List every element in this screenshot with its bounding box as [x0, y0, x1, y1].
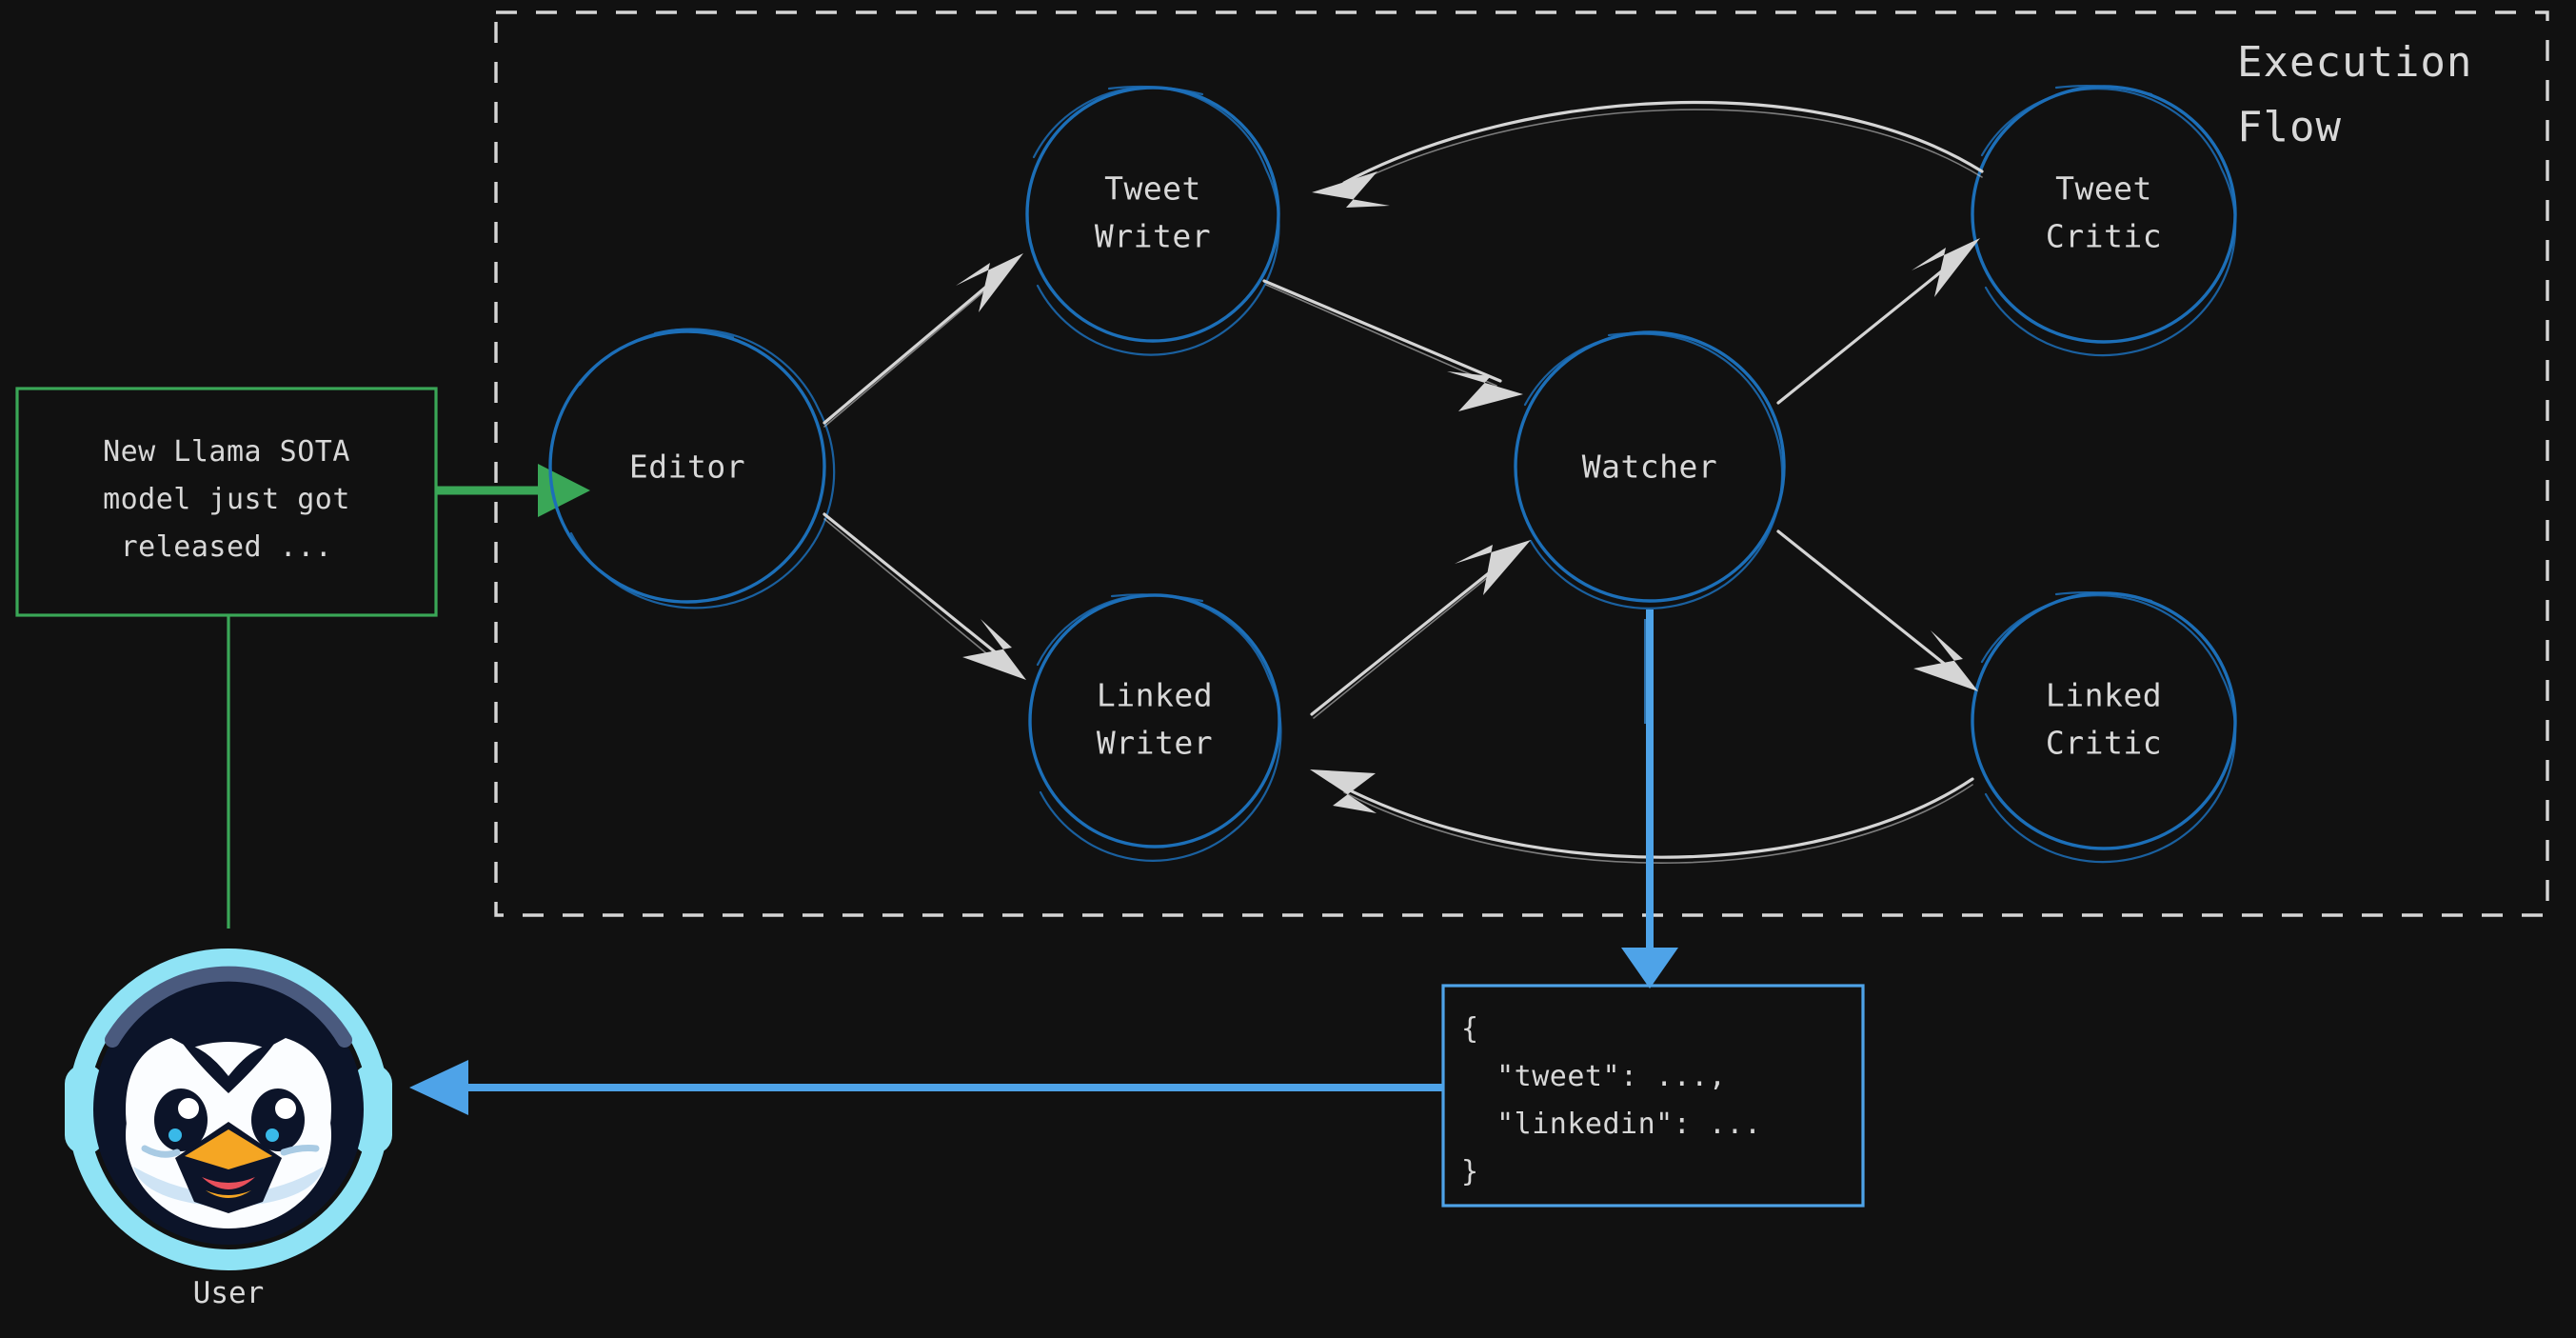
node-tweet-critic-label-2: Critic — [2046, 218, 2162, 255]
diagram-canvas: Execution Flow New Llama SOTA model just… — [0, 0, 2576, 1338]
node-tweet-writer[interactable]: Tweet Writer — [1025, 85, 1280, 356]
input-message-box[interactable]: New Llama SOTA model just got released .… — [15, 387, 438, 617]
edge-watcher-to-linked-critic-arrowhead — [1913, 630, 1978, 691]
edge-tweet-critic-to-tweet-writer-arrowhead — [1312, 171, 1390, 208]
edge-watcher-to-linked-critic — [1776, 529, 1978, 691]
edge-tweet-critic-to-tweet-writer — [1312, 101, 1984, 208]
output-json-line-1: { — [1461, 1012, 1479, 1046]
edge-watcher-to-output — [1621, 609, 1678, 989]
output-json-box-border — [1441, 984, 1865, 1208]
edge-input-to-editor — [436, 464, 590, 517]
node-tweet-critic-label-1: Tweet — [2055, 170, 2152, 208]
edge-input-to-editor-arrowhead — [538, 464, 590, 517]
edge-editor-to-tweet-writer — [822, 253, 1023, 428]
output-json-line-4: } — [1461, 1155, 1479, 1188]
node-tweet-critic[interactable]: Tweet Critic — [1971, 85, 2237, 357]
node-linked-writer[interactable]: Linked Writer — [1028, 593, 1282, 862]
edge-output-to-user-arrowhead — [409, 1060, 468, 1115]
node-tweet-writer-label-2: Writer — [1095, 218, 1211, 255]
node-editor-label: Editor — [629, 449, 745, 486]
node-linked-writer-label-2: Writer — [1097, 725, 1213, 762]
user-avatar[interactable] — [65, 949, 392, 1270]
edge-watcher-to-output-arrowhead — [1621, 948, 1678, 989]
edge-linked-writer-to-watcher — [1310, 540, 1531, 719]
input-message-line-3: released ... — [121, 530, 333, 564]
edge-editor-to-linked-writer — [822, 512, 1026, 680]
edge-tweet-writer-to-watcher — [1262, 279, 1523, 411]
edge-linked-writer-to-watcher-arrowhead — [1455, 540, 1531, 595]
user-caption: User — [193, 1276, 265, 1310]
node-linked-critic-label-2: Critic — [2046, 725, 2162, 762]
node-linked-critic[interactable]: Linked Critic — [1971, 591, 2237, 864]
node-linked-writer-label-1: Linked — [1097, 677, 1213, 714]
edge-linked-critic-to-linked-writer-arrowhead — [1310, 769, 1377, 813]
edge-editor-to-linked-writer-arrowhead — [962, 619, 1026, 680]
output-json-box[interactable]: { "tweet": ..., "linkedin": ... } — [1441, 984, 1865, 1208]
node-watcher-label: Watcher — [1582, 449, 1718, 486]
execution-flow-title-line2: Flow — [2237, 103, 2342, 151]
input-message-line-1: New Llama SOTA — [103, 435, 350, 469]
execution-flow-title-line1: Execution — [2237, 38, 2472, 87]
node-linked-critic-label-1: Linked — [2046, 677, 2162, 714]
output-json-line-3: "linkedin": ... — [1461, 1108, 1762, 1141]
node-tweet-writer-label-1: Tweet — [1104, 170, 1201, 208]
execution-flow-diagram: Execution Flow New Llama SOTA model just… — [15, 10, 2549, 1310]
edge-output-to-user — [409, 1060, 1443, 1115]
node-editor[interactable]: Editor — [548, 328, 836, 609]
edge-tweet-writer-to-watcher-arrowhead — [1447, 371, 1523, 411]
input-message-line-2: model just got — [103, 483, 350, 516]
edge-linked-critic-to-linked-writer — [1310, 769, 1974, 864]
node-watcher[interactable]: Watcher — [1514, 330, 1786, 609]
edge-watcher-to-tweet-critic — [1776, 238, 1980, 405]
output-json-line-2: "tweet": ..., — [1461, 1060, 1726, 1093]
